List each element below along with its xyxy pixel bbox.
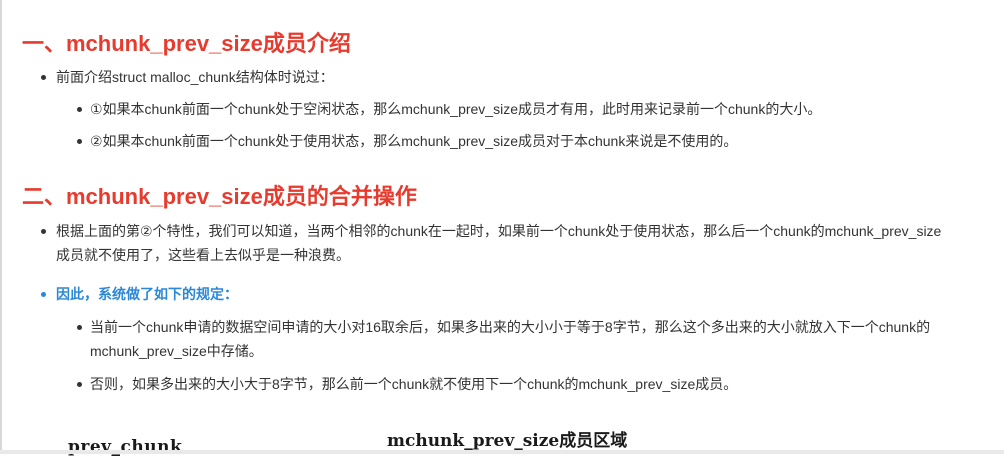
section-heading-1: 一、mchunk_prev_size成员介绍 xyxy=(22,31,351,56)
list-item-nested: 否则，如果多出来的大小大于8字节，那么前一个chunk就不使用下一个chunk的… xyxy=(77,372,738,396)
list-item-text: 当前一个chunk申请的数据空间申请的大小对16取余后，如果多出来的大小小于等于… xyxy=(90,319,931,359)
list-item-text: ①如果本chunk前面一个chunk处于空闲状态，那么mchunk_prev_s… xyxy=(90,101,822,117)
bullet-dot xyxy=(41,229,46,234)
list-item-nested: 当前一个chunk申请的数据空间申请的大小对16取余后，如果多出来的大小小于等于… xyxy=(77,315,990,363)
bottom-scroll-edge xyxy=(0,450,1004,454)
section-heading-2: 二、mchunk_prev_size成员的合并操作 xyxy=(22,184,417,209)
list-item-nested: ①如果本chunk前面一个chunk处于空闲状态，那么mchunk_prev_s… xyxy=(77,97,822,121)
left-border xyxy=(0,0,2,454)
figure-prev-chunk-label: prev_chunk xyxy=(68,437,183,457)
bullet-dot xyxy=(41,292,46,297)
list-item-highlight: 因此，系统做了如下的规定： xyxy=(41,282,238,306)
bullet-dot xyxy=(77,382,82,387)
list-item-text: 否则，如果多出来的大小大于8字节，那么前一个chunk就不使用下一个chunk的… xyxy=(90,376,738,392)
bullet-dot xyxy=(41,75,46,80)
list-item-paragraph: 根据上面的第②个特性，我们可以知道，当两个相邻的chunk在一起时，如果前一个c… xyxy=(41,219,946,267)
highlight-text: 因此，系统做了如下的规定： xyxy=(56,286,238,302)
list-item-intro: 前面介绍struct malloc_chunk结构体时说过： xyxy=(41,65,334,89)
figure-title: mchunk_prev_size成员区域 xyxy=(387,431,628,451)
list-item-text: 根据上面的第②个特性，我们可以知道，当两个相邻的chunk在一起时，如果前一个c… xyxy=(56,223,942,263)
bullet-dot xyxy=(77,325,82,330)
bullet-dot xyxy=(77,139,82,144)
bullet-dot xyxy=(77,107,82,112)
list-item-nested: ②如果本chunk前面一个chunk处于使用状态，那么mchunk_prev_s… xyxy=(77,129,738,153)
list-item-text: 前面介绍struct malloc_chunk结构体时说过： xyxy=(56,69,334,85)
list-item-text: ②如果本chunk前面一个chunk处于使用状态，那么mchunk_prev_s… xyxy=(90,133,738,149)
